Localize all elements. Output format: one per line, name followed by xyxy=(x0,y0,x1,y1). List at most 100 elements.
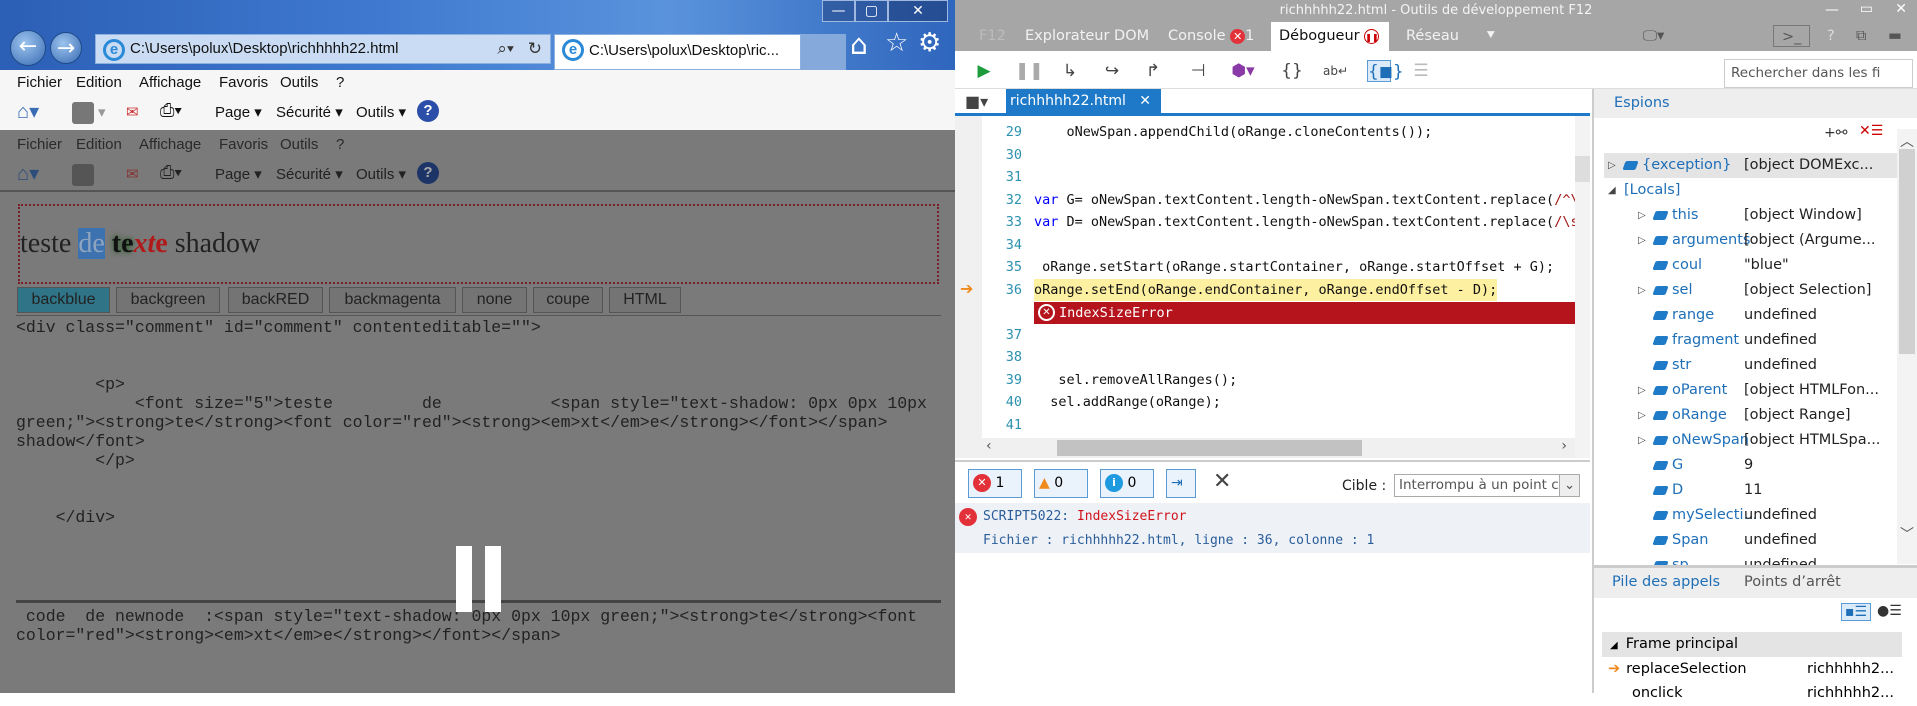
tab-debugger[interactable]: Débogueur ❚❚ xyxy=(1271,22,1389,51)
dock-icon[interactable]: ▬ xyxy=(1880,22,1910,51)
help-icon[interactable]: ? xyxy=(1819,22,1843,51)
line-number[interactable]: 34 xyxy=(992,234,1022,257)
code-line[interactable]: 35 oRange.setStart(oRange.startContainer… xyxy=(982,256,1575,279)
line-number[interactable]: 38 xyxy=(992,346,1022,369)
line-number[interactable]: 32 xyxy=(992,189,1022,212)
break-new-worker-icon[interactable]: ⊣ xyxy=(1186,60,1210,82)
tab-breakpoints[interactable]: Points d’arrêt xyxy=(1744,568,1841,597)
watch-row[interactable]: ▷ oNewSpan [object HTMLSpa... xyxy=(1604,428,1897,453)
code-line[interactable]: 37 xyxy=(982,324,1575,347)
watch-row[interactable]: ▷ this [object Window] xyxy=(1604,203,1897,228)
search-icon[interactable]: ⌕▾ xyxy=(497,35,514,63)
tab-network[interactable]: Réseau xyxy=(1398,22,1467,51)
code-line[interactable]: 41 xyxy=(982,414,1575,437)
maximize-button[interactable]: ▢ xyxy=(855,0,888,22)
sourcemaps-icon[interactable]: ☰ xyxy=(1409,60,1433,82)
home-icon[interactable]: ⌂ xyxy=(850,28,868,61)
code-editor[interactable]: 29 oNewSpan.appendChild(oRange.cloneCont… xyxy=(982,121,1575,438)
just-my-code-icon[interactable]: {◼} xyxy=(1367,60,1404,82)
chevron-down-icon[interactable]: ▾ xyxy=(98,103,106,121)
undock-icon[interactable]: ⧉ xyxy=(1848,22,1874,51)
close-button[interactable]: ✕ xyxy=(888,0,948,22)
rss-icon[interactable] xyxy=(72,102,94,124)
watch-row[interactable]: coul "blue" xyxy=(1604,253,1897,278)
line-number[interactable]: 30 xyxy=(992,144,1022,167)
code-line[interactable]: 30 xyxy=(982,144,1575,167)
watch-row[interactable]: ▷ oParent [object HTMLFon... xyxy=(1604,378,1897,403)
coupe-button[interactable]: coupe xyxy=(533,287,603,313)
home-icon[interactable]: ⌂▾ xyxy=(17,99,39,124)
backmagenta-button[interactable]: backmagenta xyxy=(329,287,456,313)
error-location-link[interactable]: Fichier : richhhhh22.html, ligne : 36, c… xyxy=(983,533,1374,548)
menu-outils[interactable]: Outils xyxy=(280,74,318,91)
pause-icon[interactable]: ❚❚ xyxy=(1015,60,1044,82)
menu-edition[interactable]: Edition xyxy=(76,74,122,91)
frame-group[interactable]: ◢ Frame principal xyxy=(1602,632,1902,657)
tab-f12[interactable]: F12 xyxy=(971,22,1014,51)
mail-icon[interactable]: ✉ xyxy=(126,103,139,121)
line-number[interactable]: 33 xyxy=(992,211,1022,234)
watch-row[interactable]: Span undefined xyxy=(1604,528,1897,553)
close-button[interactable]: ✕ xyxy=(1895,1,1907,17)
watch-row[interactable]: mySelecti... undefined xyxy=(1604,503,1897,528)
expand-icon[interactable]: ▷ xyxy=(1638,428,1646,453)
security-menu[interactable]: Sécurité ▾ xyxy=(276,103,343,121)
help-icon[interactable]: ? xyxy=(417,100,439,122)
watch-row[interactable]: ◢ [Locals] xyxy=(1604,178,1897,203)
line-number[interactable]: 31 xyxy=(992,166,1022,189)
delete-all-watches-icon[interactable]: ✕☰ xyxy=(1859,123,1883,139)
clear-console-icon[interactable]: ✕ xyxy=(1213,469,1231,494)
line-number[interactable]: 39 xyxy=(992,369,1022,392)
watch-row[interactable]: fragment undefined xyxy=(1604,328,1897,353)
line-number[interactable]: 40 xyxy=(992,391,1022,414)
horizontal-scrollbar[interactable]: ‹ › xyxy=(982,438,1575,458)
warnings-filter[interactable]: ▲ 0 xyxy=(1034,469,1088,498)
async-frames-icon[interactable]: ●☰ xyxy=(1877,603,1902,619)
word-wrap-icon[interactable]: ab↵ xyxy=(1323,60,1348,82)
favorites-star-icon[interactable]: ☆ xyxy=(885,28,908,58)
console-toggle-icon[interactable]: >_ xyxy=(1773,25,1811,47)
back-button[interactable]: ← xyxy=(10,30,46,66)
watch-row[interactable]: ▷ sel [object Selection] xyxy=(1604,278,1897,303)
expand-icon[interactable]: ▷ xyxy=(1638,228,1646,253)
vertical-scrollbar[interactable] xyxy=(1575,116,1590,458)
pretty-print-icon[interactable]: {} xyxy=(1280,60,1304,82)
menu-help[interactable]: ? xyxy=(336,74,344,91)
watch-row[interactable]: ▷ arguments [object (Argume... xyxy=(1604,228,1897,253)
browser-tab[interactable]: e C:\Users\polux\Desktop\ric... xyxy=(554,34,801,70)
tab-dom-explorer[interactable]: Explorateur DOM xyxy=(1017,22,1157,51)
add-watch-icon[interactable]: +⚯ xyxy=(1824,125,1847,141)
watch-row[interactable]: G9 xyxy=(1604,453,1897,478)
call-stack-frame[interactable]: ➔ replaceSelection richhhhh2... xyxy=(1602,657,1902,682)
scroll-thumb[interactable] xyxy=(1899,149,1915,354)
watch-scrollbar[interactable]: ︿ ﹀ xyxy=(1897,129,1917,564)
expand-icon[interactable]: ▷ xyxy=(1638,278,1646,303)
call-stack-frame[interactable]: onclick richhhhh2... xyxy=(1602,681,1902,706)
show-frames-icon[interactable]: ▪☰ xyxy=(1841,603,1872,621)
expand-icon[interactable]: ▷ xyxy=(1638,203,1646,228)
none-button[interactable]: none xyxy=(462,287,527,313)
menu-affichage[interactable]: Affichage xyxy=(139,74,201,91)
minimize-button[interactable]: — xyxy=(822,0,855,22)
exception-break-icon[interactable]: ⬢▾ xyxy=(1231,60,1255,82)
expand-icon[interactable]: ▷ xyxy=(1638,378,1646,403)
expand-icon[interactable]: ▷ xyxy=(1608,153,1616,178)
code-line[interactable]: 39 sel.removeAllRanges(); xyxy=(982,369,1575,392)
file-tab[interactable]: richhhhh22.html ✕ xyxy=(1006,89,1161,114)
line-number[interactable]: 41 xyxy=(992,414,1022,437)
new-tab-button[interactable] xyxy=(801,34,846,70)
line-number[interactable]: 35 xyxy=(992,256,1022,279)
watch-row[interactable]: sp undefined xyxy=(1604,553,1897,565)
menu-fichier[interactable]: Fichier xyxy=(17,74,62,91)
continue-icon[interactable]: ▶ xyxy=(972,60,996,82)
code-line[interactable]: 31 xyxy=(982,166,1575,189)
page-menu[interactable]: Page ▾ xyxy=(215,103,262,121)
minimize-button[interactable]: — xyxy=(1825,2,1839,18)
step-out-icon[interactable]: ↱ xyxy=(1141,60,1165,82)
gear-icon[interactable]: ⚙ xyxy=(918,28,941,58)
code-line[interactable]: 33 var D= oNewSpan.textContent.length-oNe… xyxy=(982,211,1575,234)
line-number[interactable]: 29 xyxy=(992,121,1022,144)
emulation-icon[interactable]: 🖵▾ xyxy=(1635,22,1672,51)
watches-header[interactable]: Espions xyxy=(1594,89,1917,118)
step-into-icon[interactable]: ↳ xyxy=(1058,60,1082,82)
